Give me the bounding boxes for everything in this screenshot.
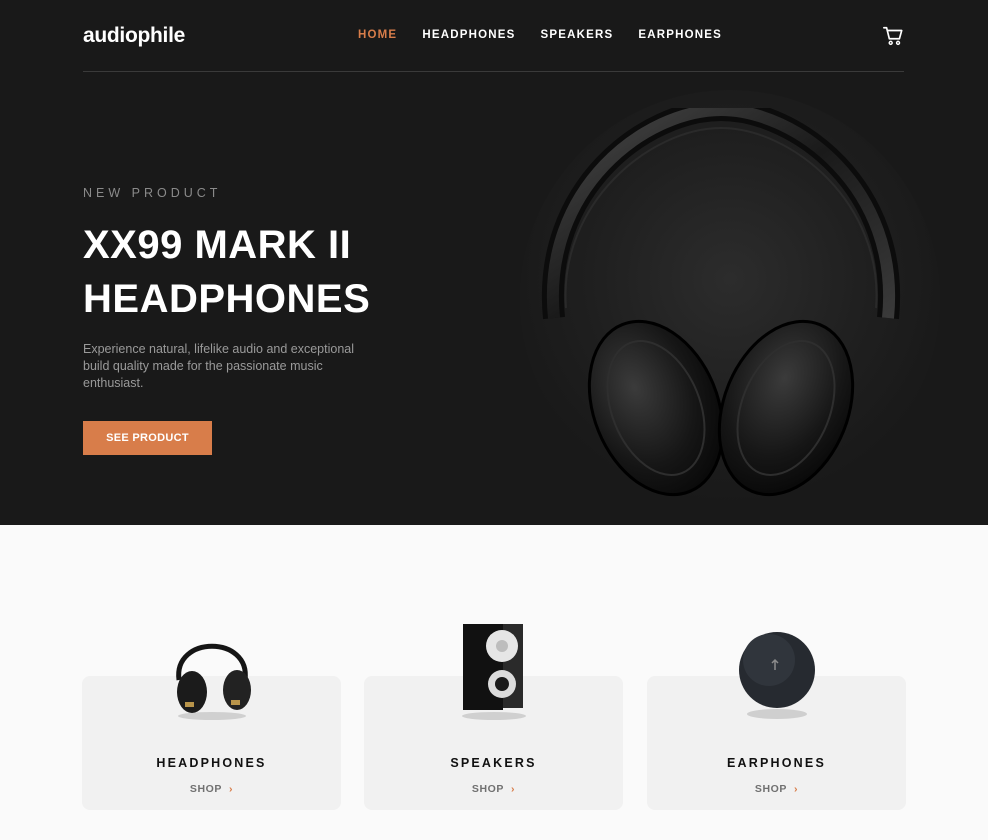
- category-name: SPEAKERS: [450, 756, 537, 770]
- nav-item-speakers[interactable]: SPEAKERS: [540, 29, 613, 41]
- top-navigation: audiophile HOME HEADPHONES SPEAKERS EARP…: [83, 0, 904, 72]
- earphones-case-thumbnail: [738, 632, 815, 719]
- hero-title-line-1: XX99 MARK II: [83, 223, 352, 267]
- hero-eyebrow: NEW PRODUCT: [83, 186, 222, 200]
- nav-item-earphones[interactable]: EARPHONES: [638, 29, 722, 41]
- category-list: HEADPHONES SHOP › SPEAKERS SHOP › EARPHONE…: [82, 600, 906, 820]
- shop-link[interactable]: SHOP ›: [647, 783, 906, 795]
- shop-label: SHOP: [754, 783, 788, 795]
- shop-link[interactable]: SHOP ›: [364, 783, 623, 795]
- logo[interactable]: audiophile: [83, 24, 185, 48]
- chevron-right-icon: ›: [511, 783, 516, 795]
- speaker-thumbnail: [461, 624, 526, 720]
- cart-icon[interactable]: [882, 25, 904, 47]
- hero-description: Experience natural, lifelike audio and e…: [83, 342, 355, 390]
- chevron-right-icon: ›: [794, 783, 799, 795]
- shop-label: SHOP: [189, 783, 223, 795]
- hero-title-line-2: HEADPHONES: [83, 277, 371, 321]
- category-card-speakers[interactable]: SPEAKERS SHOP ›: [364, 624, 623, 810]
- main-menu: HOME HEADPHONES SPEAKERS EARPHONES: [358, 29, 722, 41]
- hero-section: audiophile HOME HEADPHONES SPEAKERS EARP…: [0, 0, 988, 525]
- hero-title: XX99 MARK II HEADPHONES: [83, 218, 423, 326]
- see-product-button[interactable]: SEE PRODUCT: [83, 421, 212, 455]
- shop-label: SHOP: [471, 783, 505, 795]
- nav-item-headphones[interactable]: HEADPHONES: [422, 29, 515, 41]
- shop-link[interactable]: SHOP ›: [82, 783, 341, 795]
- nav-item-home[interactable]: HOME: [358, 29, 397, 41]
- headphones-image: [541, 108, 901, 497]
- category-card-earphones[interactable]: EARPHONES SHOP ›: [647, 632, 906, 810]
- headphones-thumbnail: [175, 643, 251, 720]
- category-card-headphones[interactable]: HEADPHONES SHOP ›: [82, 643, 341, 810]
- category-name: EARPHONES: [727, 756, 826, 770]
- chevron-right-icon: ›: [229, 783, 234, 795]
- category-name: HEADPHONES: [156, 756, 267, 770]
